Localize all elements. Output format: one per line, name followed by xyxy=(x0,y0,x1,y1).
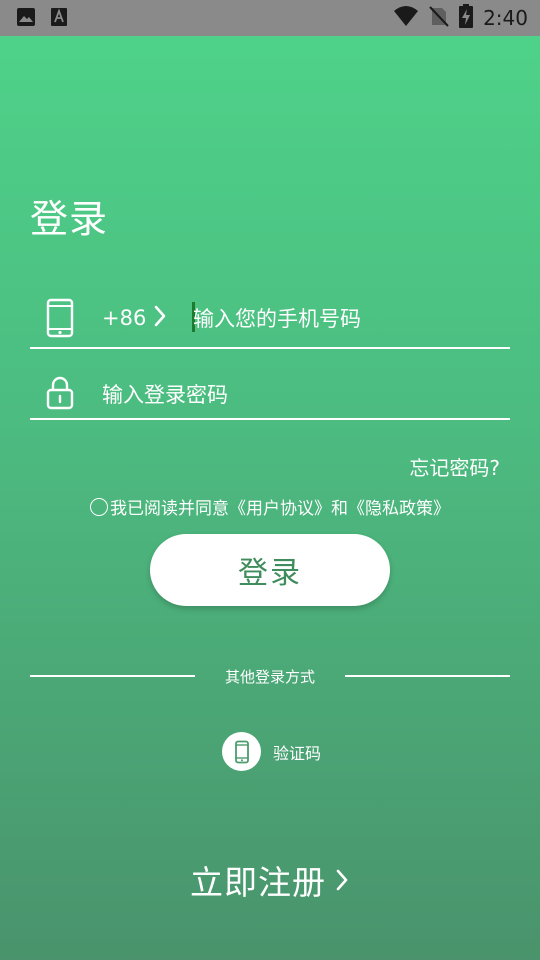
sms-code-label: 验证码 xyxy=(273,743,322,763)
country-code[interactable]: +86 xyxy=(102,306,146,330)
sms-code-icon-circle xyxy=(222,732,261,771)
page-title: 登录 xyxy=(30,197,109,241)
status-right-icons: 2:40 xyxy=(393,4,528,32)
lock-icon xyxy=(46,376,74,414)
agreement-radio[interactable] xyxy=(90,497,108,516)
login-screen: 2:40 登录 +86 输入您的手机号码 忘记密码? 我已阅读并同意《用户协议》… xyxy=(0,0,540,960)
phone-field-row: +86 xyxy=(30,290,510,349)
status-bar: 2:40 xyxy=(0,0,540,36)
image-icon xyxy=(16,7,36,31)
status-time: 2:40 xyxy=(483,6,528,30)
font-icon xyxy=(50,7,68,31)
agreement-text[interactable]: 我已阅读并同意《用户协议》和《隐私政策》 xyxy=(110,494,450,519)
divider-left xyxy=(30,675,195,677)
agreement-row: 我已阅读并同意《用户协议》和《隐私政策》 xyxy=(0,494,540,519)
mobile-phone-icon xyxy=(234,740,249,763)
status-left-icons xyxy=(16,7,68,31)
chevron-right-icon xyxy=(334,867,350,897)
phone-input[interactable] xyxy=(190,303,503,335)
register-link[interactable]: 立即注册 xyxy=(0,856,540,904)
sms-code-login-button[interactable]: 验证码 xyxy=(222,732,321,771)
battery-charging-icon xyxy=(459,4,474,32)
login-button[interactable]: 登录 xyxy=(150,534,390,606)
password-input[interactable] xyxy=(102,379,492,411)
register-label: 立即注册 xyxy=(190,863,326,902)
divider-right xyxy=(345,675,510,677)
other-login-label: 其他登录方式 xyxy=(224,668,315,686)
chevron-right-icon[interactable] xyxy=(152,304,168,332)
password-field-row xyxy=(30,368,510,420)
no-sim-icon xyxy=(429,5,449,31)
forgot-password-link[interactable]: 忘记密码? xyxy=(409,452,500,481)
phone-icon xyxy=(46,298,74,342)
wifi-icon xyxy=(393,5,419,31)
